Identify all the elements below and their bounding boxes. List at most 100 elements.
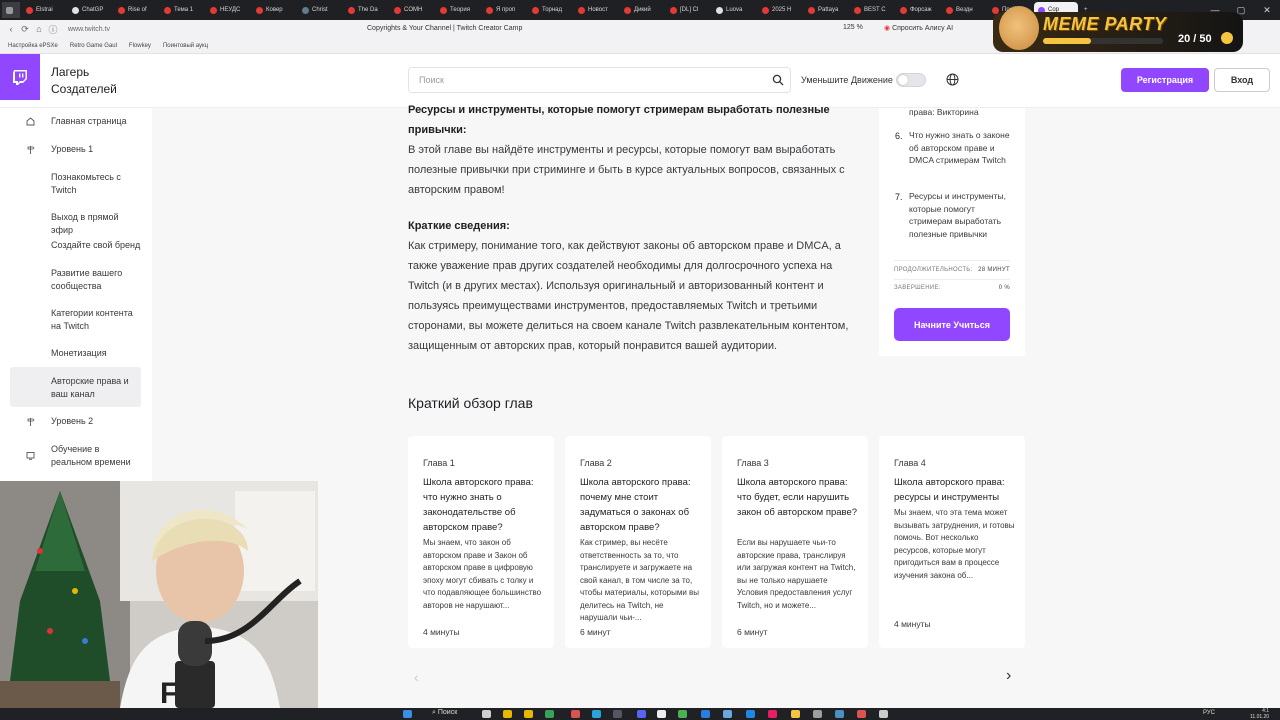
- browser-tab[interactable]: Rise of: [114, 2, 158, 18]
- browser-tab[interactable]: 2025 H: [758, 2, 802, 18]
- sidebar-item-label: Познакомьтесь с Twitch: [51, 172, 121, 195]
- reload-button[interactable]: ⟳: [18, 24, 32, 35]
- sidebar-item-content-categories[interactable]: Категории контента на Twitch: [10, 307, 141, 332]
- zoom-indicator[interactable]: 125 %: [843, 24, 863, 31]
- bookmark-item[interactable]: Flowkey: [129, 43, 151, 49]
- sidebar-item-community[interactable]: Развитие вашего сообщества: [10, 267, 141, 292]
- sidebar-item-label: Категории контента на Twitch: [51, 308, 133, 331]
- site-info-icon[interactable]: ⓘ: [46, 23, 60, 36]
- chapter-card-3[interactable]: Глава 3 Школа авторского права: что буде…: [722, 436, 868, 648]
- browser-tab[interactable]: The Da: [344, 2, 388, 18]
- ask-alice-button[interactable]: ◉ Спросить Алису AI: [884, 24, 953, 32]
- search-icon: ⌕: [432, 709, 436, 716]
- browser-tab[interactable]: Luova: [712, 2, 756, 18]
- app-icon[interactable]: [813, 710, 822, 718]
- carousel-prev-button[interactable]: ‹: [414, 669, 419, 685]
- browser-tab[interactable]: Pattaya: [804, 2, 848, 18]
- sidebar-item-monetization[interactable]: Монетизация: [10, 347, 141, 360]
- tab-label: Ковер: [266, 7, 283, 13]
- sidebar-item-meet-twitch[interactable]: Познакомьтесь с Twitch: [10, 171, 141, 196]
- browser-tab[interactable]: НЕУДС: [206, 2, 250, 18]
- sidebar-item-home[interactable]: Главная страница: [10, 115, 141, 128]
- home-icon[interactable]: ⌂: [32, 24, 46, 34]
- duration-value: 28 МИНУТ: [978, 267, 1010, 273]
- toc-item-6[interactable]: Что нужно знать о законе об авторском пр…: [909, 129, 1015, 167]
- start-learning-button[interactable]: Начните Учиться: [894, 308, 1010, 341]
- search-box: [408, 67, 791, 93]
- search-icon[interactable]: [772, 74, 784, 86]
- vscode-icon[interactable]: [746, 710, 755, 718]
- completion-value: 0 %: [998, 285, 1010, 291]
- register-button[interactable]: Регистрация: [1121, 68, 1209, 92]
- browser-tab[interactable]: Торнад: [528, 2, 572, 18]
- browser-tab[interactable]: Форсаж: [896, 2, 940, 18]
- bookmark-item[interactable]: Retro Game Gaul: [70, 43, 117, 49]
- sidebar-item-level-1[interactable]: Уровень 1: [10, 143, 141, 156]
- search-input[interactable]: [409, 68, 749, 92]
- browser-tab[interactable]: Теория: [436, 2, 480, 18]
- app-icon[interactable]: [524, 710, 533, 718]
- music-icon[interactable]: [768, 710, 777, 718]
- divider: [894, 279, 1010, 280]
- sidebar-item-label: Обучение в реальном времени: [51, 444, 131, 467]
- file-explorer-icon[interactable]: [482, 710, 491, 718]
- app-icon[interactable]: [723, 710, 732, 718]
- browser-tab[interactable]: Ковер: [252, 2, 296, 18]
- app-icon[interactable]: [571, 710, 580, 718]
- sidebar-item-copyright[interactable]: Авторские права и ваш канал: [10, 367, 141, 407]
- taskbar-search[interactable]: ⌕ Поиск: [432, 709, 457, 717]
- app-icon[interactable]: [857, 710, 866, 718]
- app-icon[interactable]: [545, 710, 554, 718]
- tab-label: BEST C: [864, 7, 886, 13]
- app-icon[interactable]: [879, 710, 888, 718]
- browser-tab[interactable]: Вездн: [942, 2, 986, 18]
- yandex-browser-icon[interactable]: [657, 710, 666, 718]
- doge-icon: [999, 6, 1039, 50]
- clock[interactable]: 4:1 11.01.20: [1250, 708, 1269, 720]
- chapter-title: Школа авторского права: что нужно знать …: [423, 477, 534, 533]
- duration-label: ПРОДОЛЖИТЕЛЬНОСТЬ:: [894, 267, 973, 273]
- bookmark-item[interactable]: Поинтовый аукц: [163, 43, 208, 49]
- app-icon[interactable]: [701, 710, 710, 718]
- browser-tab[interactable]: COMH: [390, 2, 434, 18]
- url-field[interactable]: www.twitch.tv: [68, 26, 110, 33]
- close-window-button[interactable]: ✕: [1254, 0, 1280, 20]
- steam-icon[interactable]: [613, 710, 622, 718]
- browser-menu-tab[interactable]: [2, 2, 20, 18]
- toc-item-7[interactable]: Ресурсы и инструменты, которые помогут с…: [909, 190, 1015, 240]
- telegram-icon[interactable]: [592, 710, 601, 718]
- browser-tab[interactable]: [DL] Cl: [666, 2, 710, 18]
- chapter-card-2[interactable]: Глава 2 Школа авторского права: почему м…: [565, 436, 711, 648]
- bookmark-item[interactable]: Настройка ePSXe: [8, 43, 58, 49]
- chapter-duration: 4 минуты: [894, 619, 931, 629]
- browser-tab[interactable]: ChatGP: [68, 2, 112, 18]
- reduce-motion-toggle[interactable]: [896, 73, 926, 87]
- chapter-card-1[interactable]: Глава 1 Школа авторского права: что нужн…: [408, 436, 554, 648]
- steam-icon[interactable]: [835, 710, 844, 718]
- browser-tab[interactable]: Christ: [298, 2, 342, 18]
- browser-tab[interactable]: BEST C: [850, 2, 894, 18]
- windows-start-icon[interactable]: [403, 710, 412, 718]
- browser-tab[interactable]: Новост: [574, 2, 618, 18]
- sidebar-item-build-brand[interactable]: Создайте свой бренд: [10, 239, 141, 252]
- toc-item-partial[interactable]: права: Викторина: [909, 106, 1015, 119]
- login-button[interactable]: Вход: [1214, 68, 1270, 92]
- globe-icon[interactable]: [946, 73, 959, 86]
- chrome-icon[interactable]: [678, 710, 687, 718]
- back-button[interactable]: ‹: [4, 24, 18, 34]
- twitch-logo[interactable]: [0, 54, 40, 100]
- sidebar-item-level-2[interactable]: Уровень 2: [10, 415, 141, 428]
- discord-icon[interactable]: [637, 710, 646, 718]
- app-icon[interactable]: [791, 710, 800, 718]
- chapter-card-4[interactable]: Глава 4 Школа авторского права: ресурсы …: [879, 436, 1025, 648]
- browser-tab[interactable]: Я проп: [482, 2, 526, 18]
- folder-icon[interactable]: [503, 710, 512, 718]
- browser-tab[interactable]: Elstrai: [22, 2, 66, 18]
- browser-tab[interactable]: Дикий: [620, 2, 664, 18]
- sidebar-item-live-learning[interactable]: Обучение в реальном времени: [10, 443, 141, 468]
- language-indicator[interactable]: РУС: [1203, 710, 1215, 716]
- carousel-next-button[interactable]: ›: [1006, 667, 1011, 685]
- browser-tab[interactable]: Тема 1: [160, 2, 204, 18]
- site-name[interactable]: Лагерь Создателей: [51, 64, 131, 98]
- sidebar-item-go-live[interactable]: Выход в прямой эфир: [10, 211, 141, 236]
